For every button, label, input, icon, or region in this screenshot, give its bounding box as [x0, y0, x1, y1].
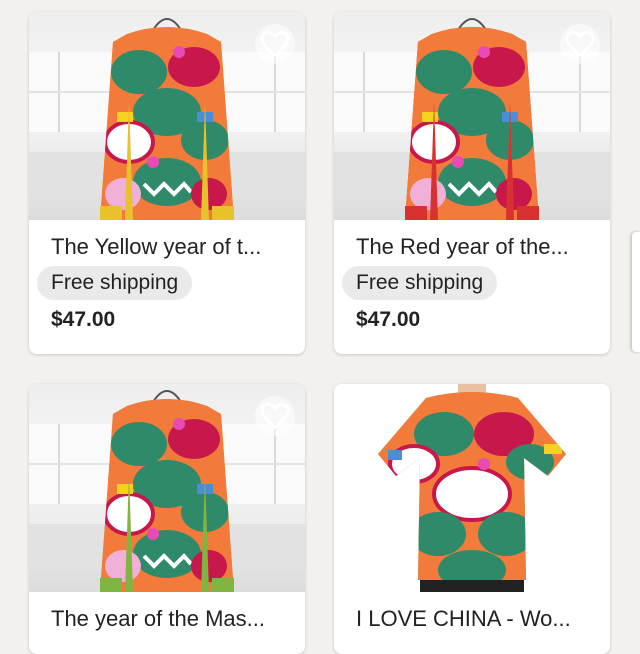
- product-title[interactable]: The year of the Mas...: [51, 606, 291, 632]
- favorite-button[interactable]: [560, 24, 600, 64]
- heart-outline-icon: [260, 402, 290, 429]
- heart-outline-icon: [565, 30, 595, 57]
- product-card[interactable]: I LOVE CHINA - Wo...: [334, 384, 610, 654]
- product-price: $47.00: [356, 308, 421, 331]
- product-image[interactable]: [334, 12, 610, 220]
- product-card[interactable]: The year of the Mas...: [29, 384, 305, 654]
- product-title[interactable]: I LOVE CHINA - Wo...: [356, 606, 596, 632]
- favorite-button[interactable]: [255, 396, 295, 436]
- product-card[interactable]: The Red year of the... Free shipping $47…: [334, 12, 610, 354]
- heart-outline-icon: [565, 402, 595, 429]
- favorite-button[interactable]: [255, 24, 295, 64]
- product-image[interactable]: [334, 384, 610, 592]
- product-card[interactable]: The Yellow year of t... Free shipping $4…: [29, 12, 305, 354]
- product-image[interactable]: [29, 384, 305, 592]
- product-price: $47.00: [51, 308, 116, 331]
- scroll-handle[interactable]: [632, 232, 640, 352]
- heart-outline-icon: [260, 30, 290, 57]
- product-title[interactable]: The Yellow year of t...: [51, 234, 291, 260]
- free-shipping-badge: Free shipping: [37, 266, 193, 300]
- product-title[interactable]: The Red year of the...: [356, 234, 596, 260]
- free-shipping-badge: Free shipping: [342, 266, 498, 300]
- product-image[interactable]: [29, 12, 305, 220]
- favorite-button[interactable]: [560, 396, 600, 436]
